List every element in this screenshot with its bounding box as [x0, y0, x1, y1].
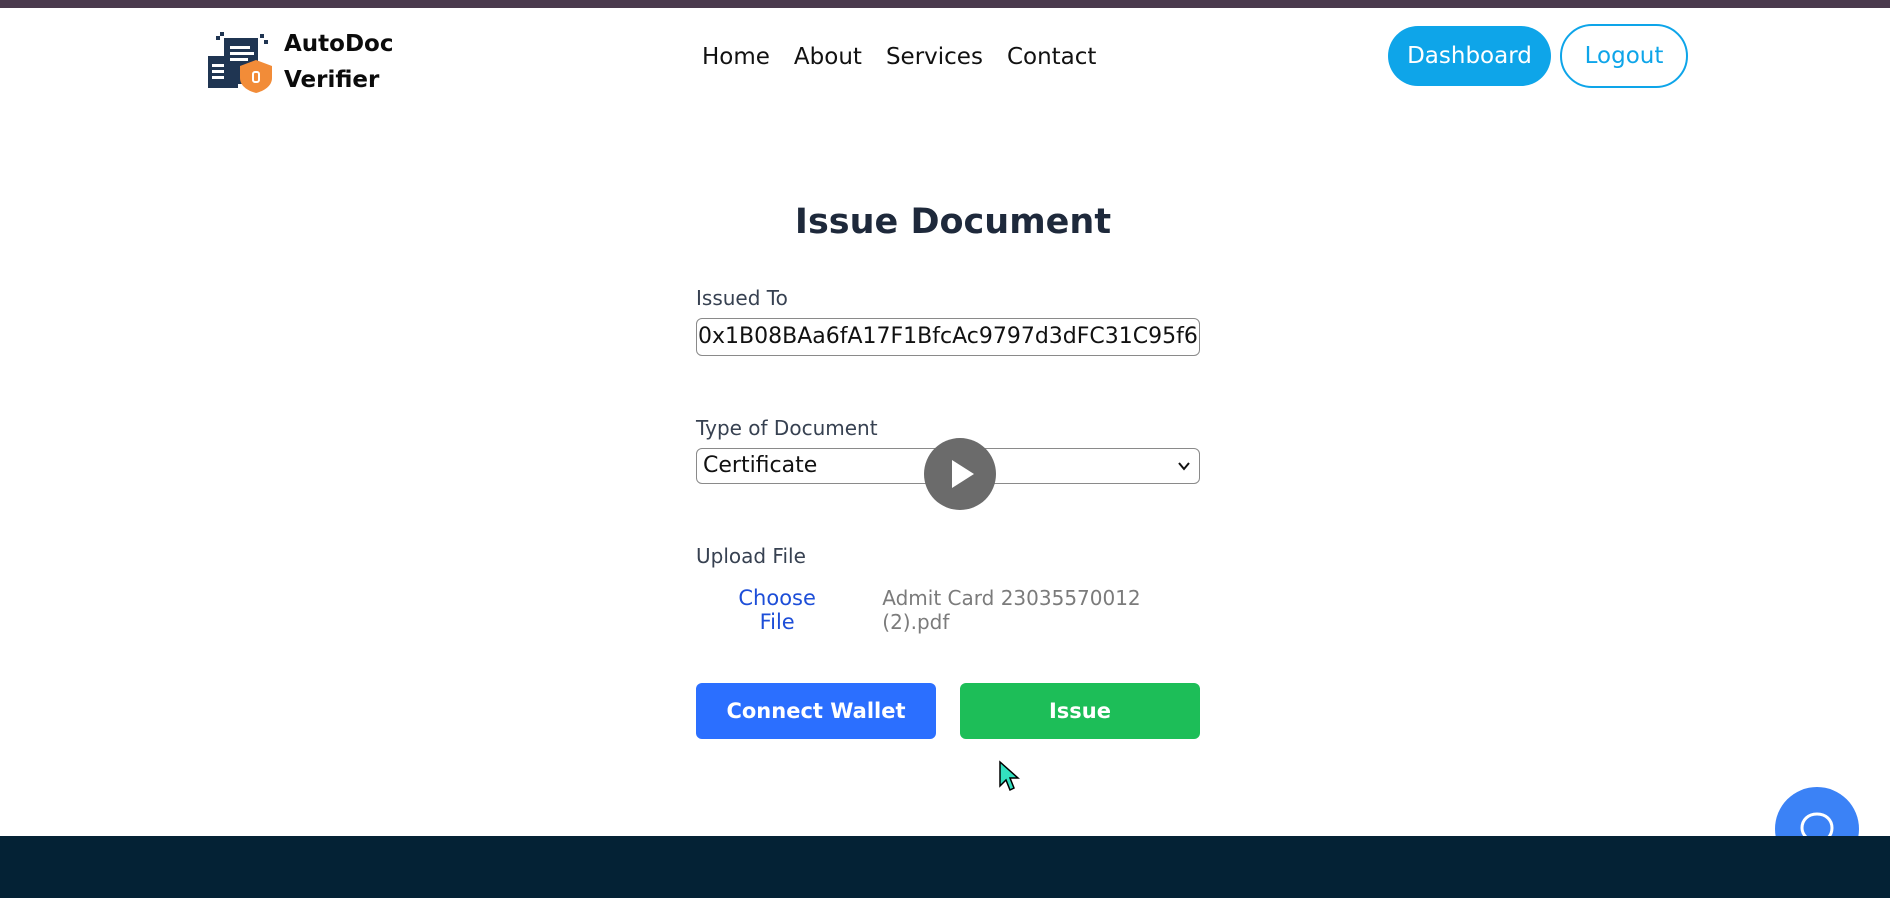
brand-name-line2: Verifier — [284, 67, 380, 93]
main-nav: Home About Services Contact — [702, 44, 1120, 70]
site-footer — [0, 836, 1890, 898]
mouse-cursor-icon — [999, 760, 1020, 792]
dashboard-button[interactable]: Dashboard — [1388, 26, 1551, 86]
nav-home[interactable]: Home — [702, 44, 770, 70]
issue-document-form: Issued To 0x1B08BAa6fA17F1BfcAc9797d3dFC… — [696, 286, 1200, 739]
logout-button[interactable]: Logout — [1560, 24, 1688, 88]
issued-to-label: Issued To — [696, 286, 788, 310]
doc-type-label: Type of Document — [696, 416, 878, 440]
nav-about[interactable]: About — [794, 44, 862, 70]
brand-logo[interactable]: AutoDoc Verifier — [206, 26, 394, 98]
file-input: Choose File Admit Card 23035570012 (2).p… — [696, 586, 1200, 634]
selected-file-name: Admit Card 23035570012 (2).pdf — [882, 586, 1141, 634]
issue-button[interactable]: Issue — [960, 683, 1200, 739]
page-title: Issue Document — [794, 202, 1112, 242]
doc-type-value: Certificate — [703, 453, 818, 478]
connect-wallet-button[interactable]: Connect Wallet — [696, 683, 936, 739]
site-header: AutoDoc Verifier Home About Services Con… — [0, 8, 1890, 108]
nav-contact[interactable]: Contact — [1007, 44, 1096, 70]
chevron-down-icon — [1178, 462, 1190, 471]
upload-file-label: Upload File — [696, 544, 806, 568]
top-strip — [0, 0, 1890, 8]
issued-to-input[interactable]: 0x1B08BAa6fA17F1BfcAc9797d3dFC31C95f6888 — [696, 318, 1200, 356]
nav-services[interactable]: Services — [886, 44, 983, 70]
brand-name-line1: AutoDoc — [284, 31, 394, 57]
play-button-overlay[interactable] — [924, 438, 996, 510]
document-shield-icon — [208, 32, 272, 93]
choose-file-button[interactable]: Choose File — [720, 586, 834, 634]
